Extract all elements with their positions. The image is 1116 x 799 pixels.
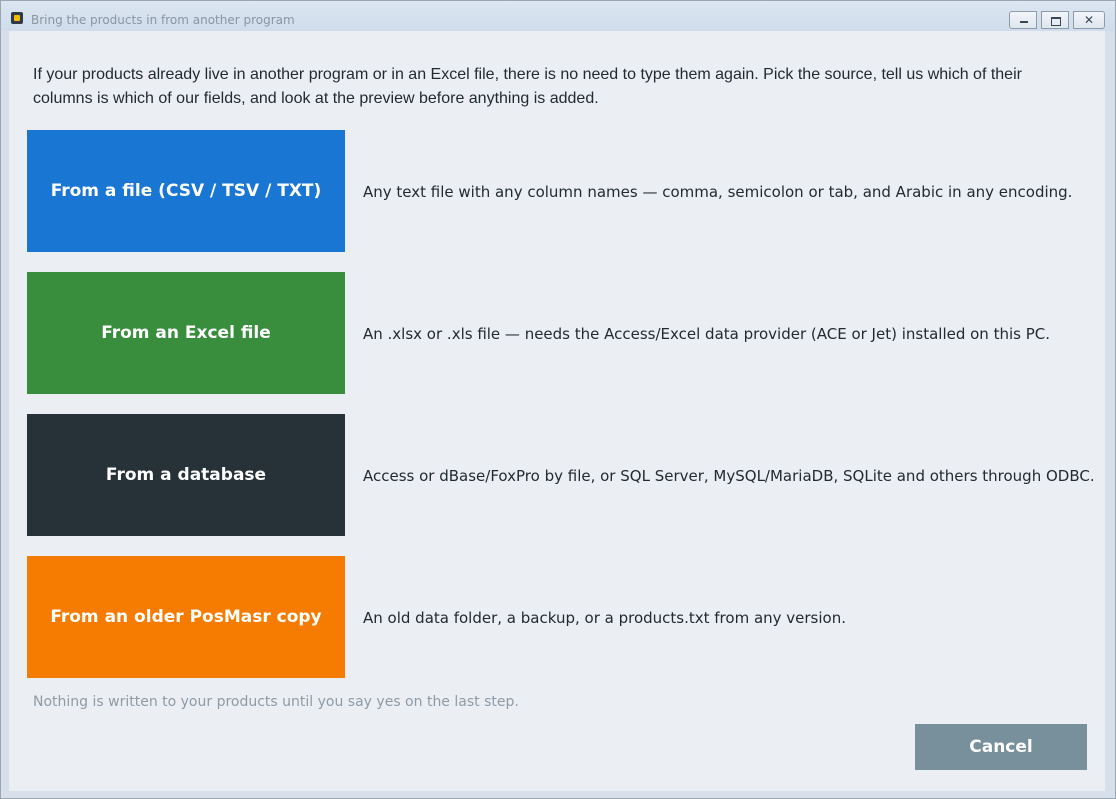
- minimize-icon: [1020, 21, 1028, 23]
- window-title: Bring the products in from another progr…: [31, 13, 295, 27]
- maximize-button[interactable]: [1041, 11, 1069, 29]
- minimize-button[interactable]: [1009, 11, 1037, 29]
- from-older-copy-button[interactable]: From an older PosMasr copy: [27, 556, 345, 678]
- from-file-description: Any text file with any column names — co…: [363, 183, 1073, 201]
- cancel-button[interactable]: Cancel: [915, 724, 1087, 770]
- maximize-icon: [1051, 17, 1061, 26]
- footnote-text: Nothing is written to your products unti…: [33, 694, 519, 710]
- from-database-button[interactable]: From a database: [27, 414, 345, 536]
- intro-text: If your products already live in another…: [33, 66, 1022, 107]
- dialog-content: If your products already live in another…: [9, 31, 1105, 791]
- dialog-window: Bring the products in from another progr…: [0, 0, 1116, 799]
- close-icon: ✕: [1084, 13, 1095, 27]
- from-excel-button[interactable]: From an Excel file: [27, 272, 345, 394]
- close-button[interactable]: ✕: [1073, 11, 1105, 29]
- from-older-copy-description: An old data folder, a backup, or a produ…: [363, 609, 846, 627]
- title-bar[interactable]: Bring the products in from another progr…: [1, 1, 1115, 31]
- app-icon: [11, 12, 23, 24]
- from-excel-description: An .xlsx or .xls file — needs the Access…: [363, 325, 1051, 343]
- from-database-description: Access or dBase/FoxPro by file, or SQL S…: [363, 467, 1095, 485]
- from-file-button[interactable]: From a file (CSV / TSV / TXT): [27, 130, 345, 252]
